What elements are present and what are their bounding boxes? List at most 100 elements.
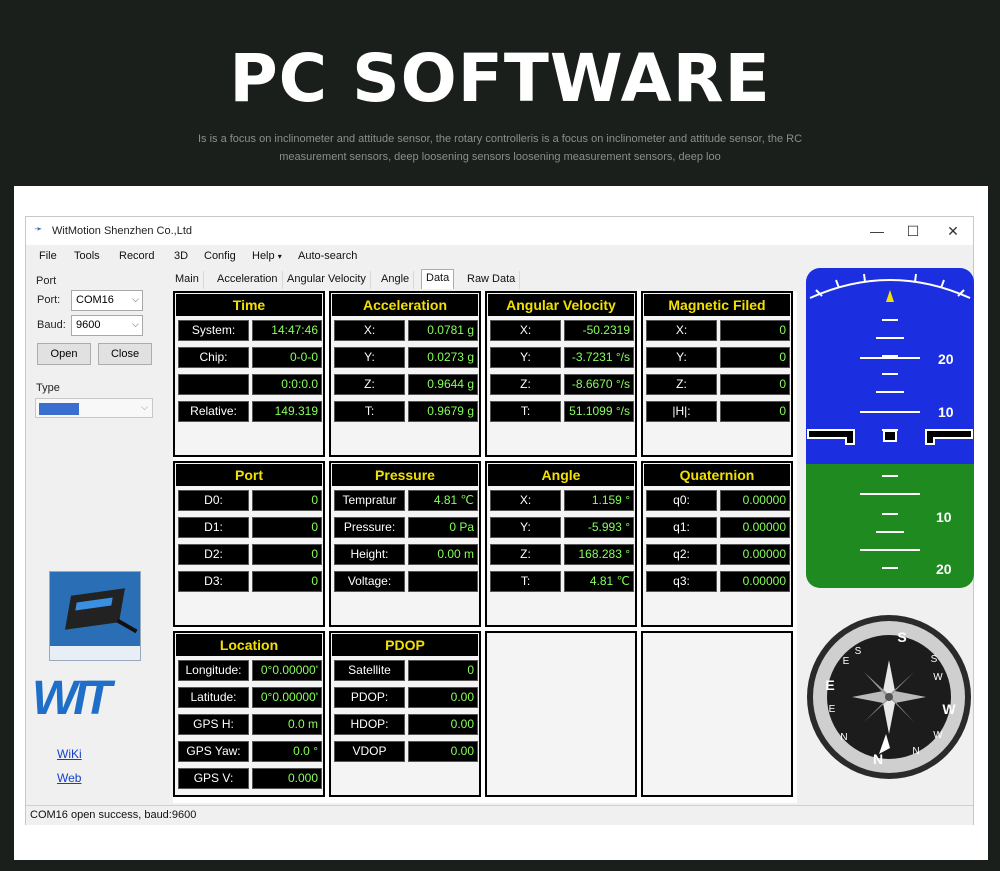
- port-panel: Port D0: 0 D1: 0 D2: 0 D3: 0: [173, 461, 325, 627]
- banner-subtitle: Is is a focus on inclinometer and attitu…: [150, 130, 850, 166]
- field-label: GPS H:: [178, 714, 249, 735]
- banner-subtitle-line2: measurement sensors, deep loosening sens…: [279, 151, 721, 163]
- field-value: 0: [252, 571, 322, 592]
- field-value: -3.7231 °/s: [564, 347, 634, 368]
- location-panel: Location Longitude: 0°0.00000' Latitude: 0°0…: [173, 631, 325, 797]
- compass-letter-sw-1: S: [931, 654, 938, 665]
- wiki-link[interactable]: WiKi: [57, 747, 82, 761]
- close-button[interactable]: ✕: [936, 221, 970, 241]
- location-panel-title: Location: [176, 634, 322, 656]
- menu-help[interactable]: Help ▾: [252, 250, 282, 262]
- field-value: 0: [252, 517, 322, 538]
- field-value: 0: [252, 490, 322, 511]
- compass-letter-w-1: W: [933, 672, 943, 683]
- tab-main[interactable]: Main: [171, 271, 204, 289]
- tab-data[interactable]: Data: [421, 269, 455, 289]
- field-value: 0.0 m: [252, 714, 322, 735]
- compass: S W N E S S W W N N E E: [806, 614, 972, 780]
- field-label: T:: [490, 571, 561, 592]
- field-value: 4.81 ℃: [408, 490, 478, 511]
- menu-help-label: Help: [252, 250, 275, 262]
- field-value: 1.159 °: [564, 490, 634, 511]
- compass-letter-n: N: [873, 751, 883, 767]
- field-value: 0: [720, 401, 790, 422]
- chevron-down-icon: ▾: [277, 252, 282, 261]
- data-area: Time System: 14:47:46 Chip: 0-0-0 0:0:0.0 Rela…: [173, 291, 797, 803]
- field-label: GPS V:: [178, 768, 249, 789]
- open-button[interactable]: Open: [37, 343, 91, 365]
- field-value: 0.9679 g: [408, 401, 478, 422]
- menu-bar: File Tools Record 3D Config Help ▾ Auto-…: [26, 247, 973, 267]
- menu-tools[interactable]: Tools: [74, 250, 100, 262]
- field-value: 168.283 °: [564, 544, 634, 565]
- field-label: Y:: [646, 347, 717, 368]
- compass-graphic: S W N E S S W W N N E E: [807, 615, 971, 779]
- web-link[interactable]: Web: [57, 771, 81, 785]
- empty-panel: [641, 631, 793, 797]
- field-value: 0: [720, 374, 790, 395]
- port-select[interactable]: COM16 ⌵: [71, 290, 143, 311]
- pressure-panel: Pressure Tempratur 4.81 ℃ Pressure: 0 Pa Heig…: [329, 461, 481, 627]
- compass-letter-e: E: [825, 677, 834, 693]
- field-label: q1:: [646, 517, 717, 538]
- close-port-button[interactable]: Close: [98, 343, 152, 365]
- field-value: 0.00000: [720, 544, 790, 565]
- type-group-label: Type: [36, 382, 60, 394]
- app-icon: ➛: [34, 224, 43, 235]
- field-value: 14:47:46: [252, 320, 322, 341]
- tab-angle[interactable]: Angle: [377, 271, 415, 289]
- quaternion-panel: Quaternion q0: 0.00000 q1: 0.00000 q2: 0.00000…: [641, 461, 793, 627]
- menu-3d[interactable]: 3D: [174, 250, 188, 262]
- field-label: Z:: [490, 544, 561, 565]
- baud-field-label: Baud:: [37, 319, 66, 331]
- field-value: -8.6670 °/s: [564, 374, 634, 395]
- menu-auto-search[interactable]: Auto-search: [298, 250, 357, 262]
- tab-acceleration[interactable]: Acceleration: [213, 271, 283, 289]
- field-value: -5.993 °: [564, 517, 634, 538]
- angle-panel: Angle X: 1.159 ° Y: -5.993 ° Z: 168.283 ° T: 4.8…: [485, 461, 637, 627]
- port-field-label: Port:: [37, 294, 61, 306]
- field-value: 0: [720, 347, 790, 368]
- compass-letter-w-2: W: [933, 730, 943, 741]
- banner-subtitle-line1: Is is a focus on inclinometer and attitu…: [197, 133, 803, 145]
- menu-file[interactable]: File: [39, 250, 57, 262]
- compass-letter-e-2: E: [843, 656, 850, 667]
- field-label: D3:: [178, 571, 249, 592]
- field-label: System:: [178, 320, 249, 341]
- port-group-label: Port: [36, 275, 57, 287]
- field-value: 0 Pa: [408, 517, 478, 538]
- tab-raw-data[interactable]: Raw Data: [463, 271, 521, 289]
- field-value: 0: [720, 320, 790, 341]
- angular-velocity-panel: Angular Velocity X: -50.2319 Y: -3.7231 °/s Z…: [485, 291, 637, 457]
- quaternion-panel-title: Quaternion: [644, 464, 790, 486]
- pdop-panel-title: PDOP: [332, 634, 478, 656]
- magnetic-panel: Magnetic Filed X: 0 Y: 0 Z: 0 |H|: 0: [641, 291, 793, 457]
- field-value: 4.81 ℃: [564, 571, 634, 592]
- menu-config[interactable]: Config: [204, 250, 236, 262]
- field-label: D1:: [178, 517, 249, 538]
- status-text: COM16 open success, baud:9600: [30, 809, 197, 821]
- field-label: Latitude:: [178, 687, 249, 708]
- maximize-button[interactable]: ☐: [896, 221, 930, 241]
- field-label: Chip:: [178, 347, 249, 368]
- field-value: 0.00000: [720, 517, 790, 538]
- field-label: Longitude:: [178, 660, 249, 681]
- attitude-indicator: 20 10 10 20: [806, 268, 974, 588]
- tab-angular-velocity[interactable]: Angular Velocity: [283, 271, 371, 289]
- field-label: VDOP: [334, 741, 405, 762]
- baud-select-value: 9600: [76, 319, 101, 331]
- baud-select[interactable]: 9600 ⌵: [71, 315, 143, 336]
- type-select[interactable]: ⌵: [35, 398, 153, 418]
- angular-velocity-panel-title: Angular Velocity: [488, 294, 634, 316]
- field-label: Tempratur: [334, 490, 405, 511]
- field-label: Height:: [334, 544, 405, 565]
- field-label: GPS Yaw:: [178, 741, 249, 762]
- attitude-indicator-graphic: 20 10 10 20: [806, 268, 974, 588]
- field-value: 0°0.00000': [252, 687, 322, 708]
- minimize-button[interactable]: —: [860, 221, 894, 241]
- field-value: 0:0:0.0: [252, 374, 322, 395]
- compass-letter-n-1: N: [912, 746, 919, 757]
- field-value: 0.00000: [720, 490, 790, 511]
- menu-record[interactable]: Record: [119, 250, 154, 262]
- field-value: 0.0273 g: [408, 347, 478, 368]
